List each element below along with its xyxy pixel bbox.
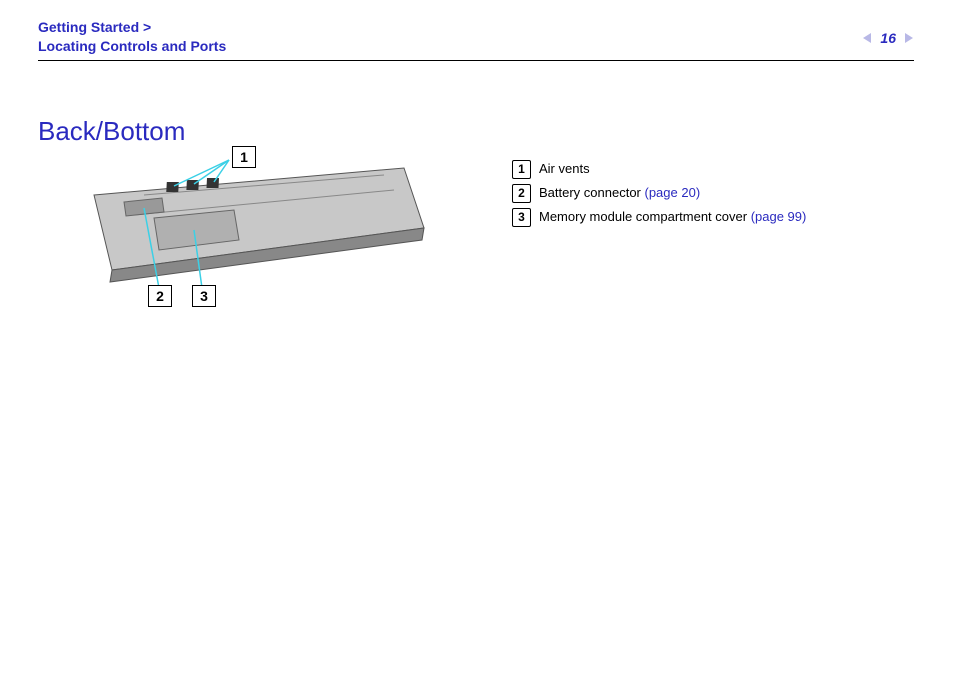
callout-box-3: 3 [192, 285, 216, 307]
prev-page-icon[interactable] [862, 32, 874, 44]
page-header: Getting Started > Locating Controls and … [38, 18, 914, 56]
legend-text-3-label: Memory module compartment cover [539, 209, 751, 224]
breadcrumb: Getting Started > Locating Controls and … [38, 18, 914, 56]
legend-item-1: 1 Air vents [512, 158, 806, 180]
legend-text-3: Memory module compartment cover (page 99… [539, 206, 806, 228]
breadcrumb-section: Locating Controls and Ports [38, 38, 226, 54]
callout-box-2: 2 [148, 285, 172, 307]
page-number-nav: 16 [862, 30, 914, 46]
legend-link-3[interactable]: (page 99) [751, 209, 807, 224]
legend-link-2[interactable]: (page 20) [645, 185, 701, 200]
legend-text-2: Battery connector (page 20) [539, 182, 700, 204]
legend-num-2: 2 [512, 184, 531, 203]
laptop-illustration [74, 140, 454, 320]
header-rule [38, 60, 914, 61]
legend-item-2: 2 Battery connector (page 20) [512, 182, 806, 204]
legend-text-2-label: Battery connector [539, 185, 645, 200]
laptop-bottom-figure: 1 2 3 [74, 140, 454, 320]
breadcrumb-chapter[interactable]: Getting Started > [38, 19, 151, 35]
legend-text-1: Air vents [539, 158, 590, 180]
legend-num-1: 1 [512, 160, 531, 179]
next-page-icon[interactable] [902, 32, 914, 44]
document-page: Getting Started > Locating Controls and … [0, 0, 954, 674]
legend-list: 1 Air vents 2 Battery connector (page 20… [512, 158, 806, 230]
page-number: 16 [880, 30, 896, 46]
legend-item-3: 3 Memory module compartment cover (page … [512, 206, 806, 228]
callout-box-1: 1 [232, 146, 256, 168]
legend-num-3: 3 [512, 208, 531, 227]
